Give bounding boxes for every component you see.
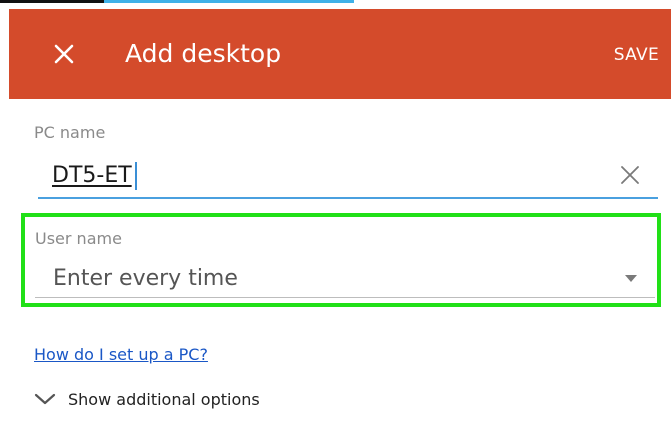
show-additional-options[interactable]: Show additional options	[34, 386, 260, 412]
page-title: Add desktop	[125, 39, 282, 68]
user-name-dropdown[interactable]: Enter every time	[35, 261, 655, 301]
save-button[interactable]: SAVE	[614, 44, 659, 66]
user-name-label: User name	[35, 229, 122, 248]
user-name-value: Enter every time	[53, 266, 238, 291]
pc-name-value[interactable]: DT5-ET	[52, 163, 132, 188]
pc-name-underline	[38, 197, 658, 199]
user-name-field-highlight: User name Enter every time	[21, 213, 661, 307]
show-additional-options-label: Show additional options	[68, 389, 260, 409]
clear-icon[interactable]	[619, 164, 641, 186]
close-icon	[54, 44, 74, 64]
dropdown-arrow-icon	[625, 275, 637, 282]
text-caret	[135, 162, 137, 190]
top-strip	[0, 0, 671, 9]
progress-strip-blue	[104, 0, 354, 3]
pc-name-input[interactable]: DT5-ET	[34, 158, 658, 199]
app-bar: Add desktop SAVE	[9, 9, 671, 99]
close-button[interactable]	[49, 39, 79, 69]
progress-strip-dark	[0, 0, 104, 3]
pc-name-label: PC name	[34, 123, 106, 142]
chevron-down-icon	[34, 393, 56, 405]
user-name-underline	[35, 297, 655, 298]
help-link[interactable]: How do I set up a PC?	[34, 345, 208, 364]
